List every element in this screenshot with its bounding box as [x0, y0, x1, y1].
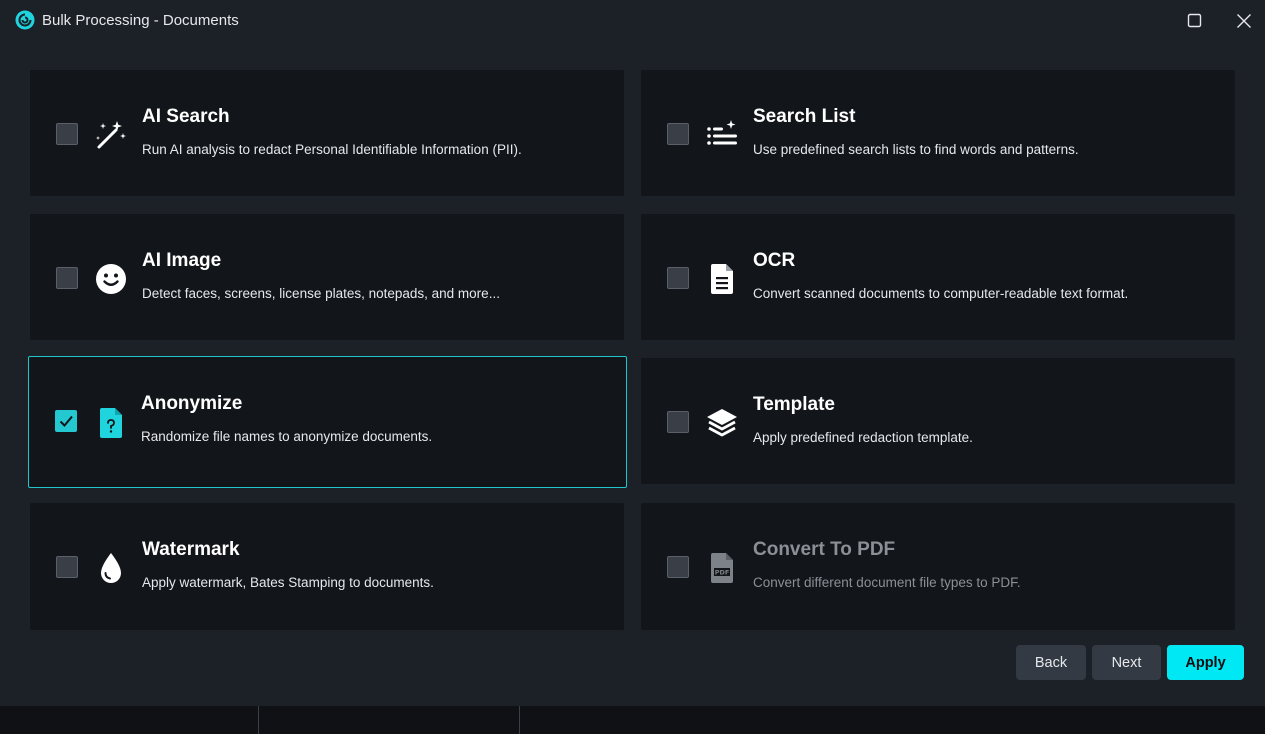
close-icon [1237, 14, 1251, 28]
droplet-icon [101, 553, 121, 583]
anonymize-description: Randomize file names to anonymize docume… [141, 429, 433, 444]
bulk-processing-window: Bulk Processing - Documents AI Search Ru… [0, 0, 1265, 706]
search-list-title: Search List [753, 106, 856, 127]
anonymize-title: Anonymize [141, 393, 243, 414]
option-card-anonymize[interactable]: Anonymize Randomize file names to anonym… [28, 356, 627, 488]
convert-to-pdf-description: Convert different document file types to… [753, 575, 1021, 590]
option-card-ai-image[interactable]: AI Image Detect faces, screens, license … [30, 214, 624, 340]
ocr-checkbox[interactable] [667, 267, 689, 289]
ai-image-description: Detect faces, screens, license plates, n… [142, 286, 500, 301]
search-list-icon [707, 120, 737, 145]
ai-image-checkbox[interactable] [56, 267, 78, 289]
template-checkbox[interactable] [667, 411, 689, 433]
back-button[interactable]: Back [1016, 645, 1086, 680]
option-card-search-list[interactable]: Search List Use predefined search lists … [641, 70, 1235, 196]
template-title: Template [753, 394, 836, 415]
close-button[interactable] [1233, 10, 1255, 32]
option-card-convert-to-pdf: PDF Convert To PDF Convert different doc… [641, 503, 1235, 630]
ai-search-title: AI Search [142, 106, 230, 127]
next-button[interactable]: Next [1092, 645, 1161, 680]
app-logo-icon [15, 10, 35, 30]
smiley-face-icon [96, 264, 126, 294]
watermark-checkbox[interactable] [56, 556, 78, 578]
title-bar: Bulk Processing - Documents [0, 0, 1265, 42]
option-card-ocr[interactable]: OCR Convert scanned documents to compute… [641, 214, 1235, 340]
maximize-icon [1187, 13, 1202, 28]
search-list-checkbox[interactable] [667, 123, 689, 145]
pdf-file-icon: PDF [711, 553, 733, 583]
search-list-description: Use predefined search lists to find word… [753, 142, 1079, 157]
ocr-title: OCR [753, 250, 796, 271]
ai-search-description: Run AI analysis to redact Personal Ident… [142, 142, 522, 157]
watermark-title: Watermark [142, 539, 240, 560]
document-text-icon [711, 264, 733, 294]
watermark-description: Apply watermark, Bates Stamping to docum… [142, 575, 434, 590]
layers-icon [707, 409, 737, 437]
convert-to-pdf-title: Convert To PDF [753, 539, 896, 560]
svg-text:PDF: PDF [715, 569, 730, 577]
ocr-description: Convert scanned documents to computer-re… [753, 286, 1129, 301]
anonymize-checkbox[interactable] [55, 410, 77, 432]
magic-wand-icon [96, 121, 126, 149]
convert-to-pdf-checkbox [667, 556, 689, 578]
anonymous-file-icon [100, 408, 122, 438]
checkmark-icon [59, 415, 73, 427]
window-title: Bulk Processing - Documents [42, 12, 239, 29]
apply-button[interactable]: Apply [1167, 645, 1244, 680]
ai-search-checkbox[interactable] [56, 123, 78, 145]
maximize-button[interactable] [1184, 10, 1206, 32]
option-card-ai-search[interactable]: AI Search Run AI analysis to redact Pers… [30, 70, 624, 196]
option-card-watermark[interactable]: Watermark Apply watermark, Bates Stampin… [30, 503, 624, 630]
taskbar-divider [519, 706, 520, 734]
option-card-template[interactable]: Template Apply predefined redaction temp… [641, 358, 1235, 484]
template-description: Apply predefined redaction template. [753, 430, 973, 445]
ai-image-title: AI Image [142, 250, 222, 271]
taskbar-divider [258, 706, 259, 734]
